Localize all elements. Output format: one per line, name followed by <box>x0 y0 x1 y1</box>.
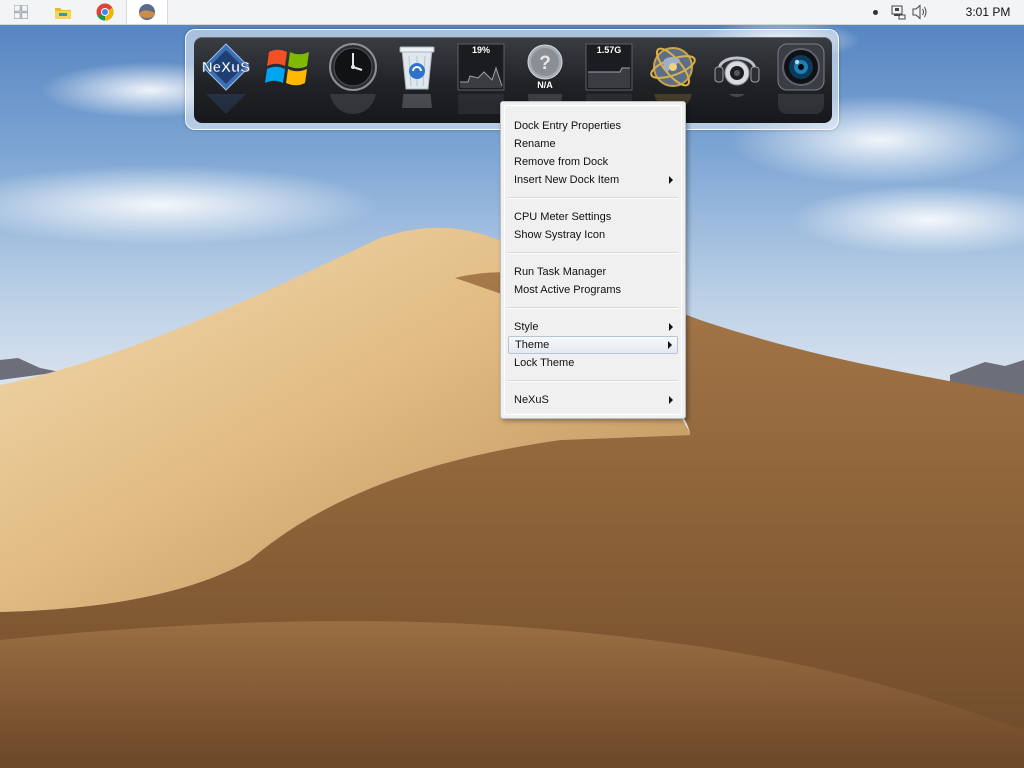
network-icon[interactable] <box>890 4 906 20</box>
taskbar-nexus-button[interactable] <box>126 0 168 24</box>
menu-separator <box>508 307 678 309</box>
svg-text:?: ? <box>539 53 551 74</box>
cpu-usage-label: 19% <box>471 45 490 55</box>
menu-item-style[interactable]: Style <box>508 318 678 336</box>
menu-item-label: Insert New Dock Item <box>514 174 620 186</box>
menu-item-label: Theme <box>515 339 550 351</box>
dock-item-windows-start[interactable] <box>261 42 317 118</box>
menu-item-rename[interactable]: Rename <box>508 135 678 153</box>
svg-text:NeXuS: NeXuS <box>202 59 250 76</box>
dock-item-nexus[interactable]: NeXuS <box>198 42 254 118</box>
recycle-bin-icon <box>399 46 435 90</box>
menu-item-label: Rename <box>514 138 556 150</box>
menu-item-label: Most Active Programs <box>514 284 621 296</box>
windows-logo-reflection <box>264 94 314 116</box>
speaker-headphones-icon <box>714 56 760 86</box>
globe-icon <box>650 47 696 87</box>
submenu-arrow-icon <box>669 396 673 404</box>
media-player-reflection <box>712 94 762 116</box>
menu-item-run-task-manager[interactable]: Run Task Manager <box>508 263 678 281</box>
menu-item-label: Lock Theme <box>514 357 575 369</box>
taskbar-file-explorer-button[interactable] <box>42 0 84 24</box>
menu-item-show-systray-icon[interactable]: Show Systray Icon <box>508 226 678 244</box>
dock-item-camera[interactable] <box>773 42 829 118</box>
menu-item-label: Run Task Manager <box>514 266 607 278</box>
clock-icon <box>329 43 377 91</box>
weather-status-label: N/A <box>537 80 553 90</box>
menu-item-lock-theme[interactable]: Lock Theme <box>508 354 678 372</box>
speaker-volume-icon[interactable] <box>912 4 930 20</box>
menu-separator <box>508 197 678 199</box>
menu-item-label: CPU Meter Settings <box>514 211 612 223</box>
menu-item-most-active-programs[interactable]: Most Active Programs <box>508 281 678 299</box>
folder-icon <box>55 7 71 19</box>
cpu-meter-reflection <box>456 94 506 116</box>
menu-item-insert-new-dock-item[interactable]: Insert New Dock Item <box>508 171 678 189</box>
menu-item-nexus[interactable]: NeXuS <box>508 391 678 409</box>
clock-reflection <box>328 94 378 116</box>
taskbar-clock[interactable]: 3:01 PM <box>952 5 1024 19</box>
start-button[interactable] <box>0 0 42 24</box>
submenu-arrow-icon <box>669 176 673 184</box>
windows-logo-icon <box>265 49 309 86</box>
menu-item-label: Style <box>514 321 539 333</box>
submenu-arrow-icon <box>668 341 672 349</box>
taskbar-chrome-button[interactable] <box>84 0 126 24</box>
dock-item-clock[interactable] <box>325 42 381 118</box>
menu-item-remove-from-dock[interactable]: Remove from Dock <box>508 153 678 171</box>
dock-item-recycle-bin[interactable] <box>389 42 445 118</box>
dock-item-media-player[interactable] <box>709 42 765 118</box>
memory-usage-label: 1.57G <box>596 45 622 55</box>
windows-logo-icon <box>14 5 28 19</box>
recycle-bin-reflection <box>392 94 442 116</box>
tray-overflow-dot[interactable] <box>873 9 878 15</box>
dock-context-menu: Dock Entry Properties Rename Remove from… <box>500 101 686 419</box>
menu-separator <box>508 380 678 382</box>
chrome-icon <box>96 3 114 21</box>
camera-reflection <box>776 94 826 116</box>
menu-item-cpu-meter-settings[interactable]: CPU Meter Settings <box>508 208 678 226</box>
camera-lens-icon <box>777 43 825 91</box>
menu-item-theme[interactable]: Theme <box>508 336 678 354</box>
nexus-logo-icon: NeXuS <box>202 43 250 91</box>
desktop[interactable]: 3:01 PM NeXuS 19% ? N/A 1.57G Dock Entry… <box>0 0 1024 768</box>
taskbar: 3:01 PM <box>0 0 1024 25</box>
menu-item-label: Dock Entry Properties <box>514 120 621 132</box>
menu-item-dock-entry-properties[interactable]: Dock Entry Properties <box>508 117 678 135</box>
nexus-reflection <box>201 94 251 116</box>
menu-separator <box>508 252 678 254</box>
system-tray: 3:01 PM <box>873 0 1024 24</box>
submenu-arrow-icon <box>669 323 673 331</box>
menu-item-label: NeXuS <box>514 394 549 406</box>
menu-item-label: Remove from Dock <box>514 156 609 168</box>
nexus-app-icon <box>139 4 155 20</box>
menu-item-label: Show Systray Icon <box>514 229 606 241</box>
